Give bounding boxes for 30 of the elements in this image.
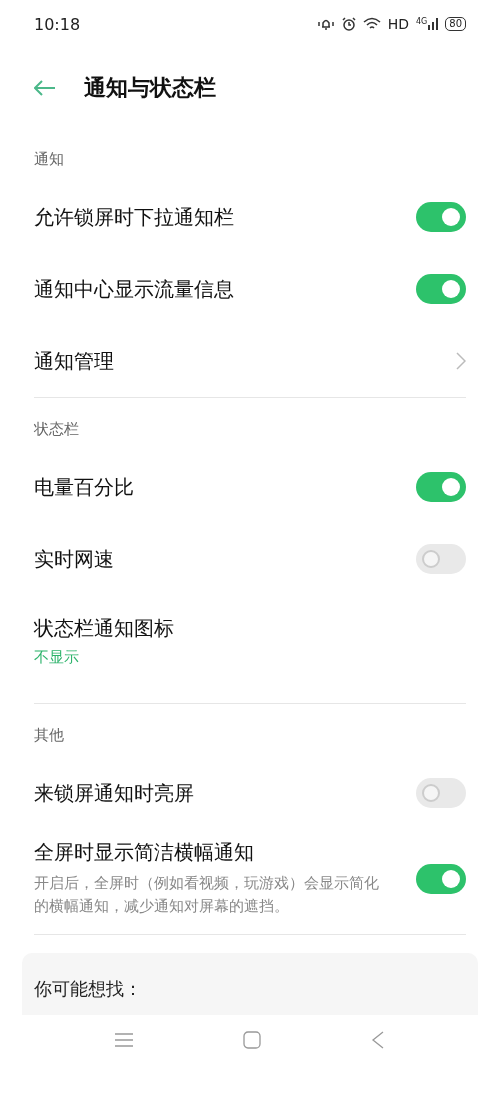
chevron-right-icon	[456, 352, 466, 370]
setting-label: 电量百分比	[34, 473, 135, 501]
setting-label: 全屏时显示简洁横幅通知	[34, 839, 255, 866]
signal-icon	[428, 18, 439, 30]
section-header: 其他	[34, 725, 65, 746]
setting-label: 允许锁屏时下拉通知栏	[34, 203, 235, 231]
setting-label: 来锁屏通知时亮屏	[34, 779, 195, 807]
network-label: HD	[387, 16, 409, 32]
toggle-switch[interactable]	[416, 202, 466, 232]
section-header: 状态栏	[34, 419, 80, 440]
suggestion-heading: 你可能想找：	[34, 978, 142, 999]
setting-label: 通知中心显示流量信息	[34, 275, 235, 303]
setting-label: 实时网速	[34, 545, 115, 573]
wifi-icon	[362, 17, 381, 31]
setting-description: 开启后，全屏时（例如看视频，玩游戏）会显示简化的横幅通知，减少通知对屏幕的遮挡。	[34, 873, 380, 917]
network-type: 4G	[415, 18, 428, 26]
toggle-switch[interactable]	[416, 472, 466, 502]
toggle-switch[interactable]	[416, 544, 466, 574]
setting-value: 不显示	[34, 648, 80, 667]
toggle-switch[interactable]	[416, 778, 466, 808]
battery-level: 80	[445, 17, 466, 31]
toggle-switch[interactable]	[416, 274, 466, 304]
section-header: 通知	[34, 149, 65, 170]
setting-label: 通知管理	[34, 347, 115, 375]
mute-bell-icon	[316, 17, 335, 31]
page-title: 通知与状态栏	[84, 74, 216, 102]
setting-label: 状态栏通知图标	[34, 615, 175, 642]
toggle-switch[interactable]	[416, 863, 466, 894]
time: 10:18	[34, 14, 82, 34]
alarm-clock-icon	[341, 17, 356, 31]
